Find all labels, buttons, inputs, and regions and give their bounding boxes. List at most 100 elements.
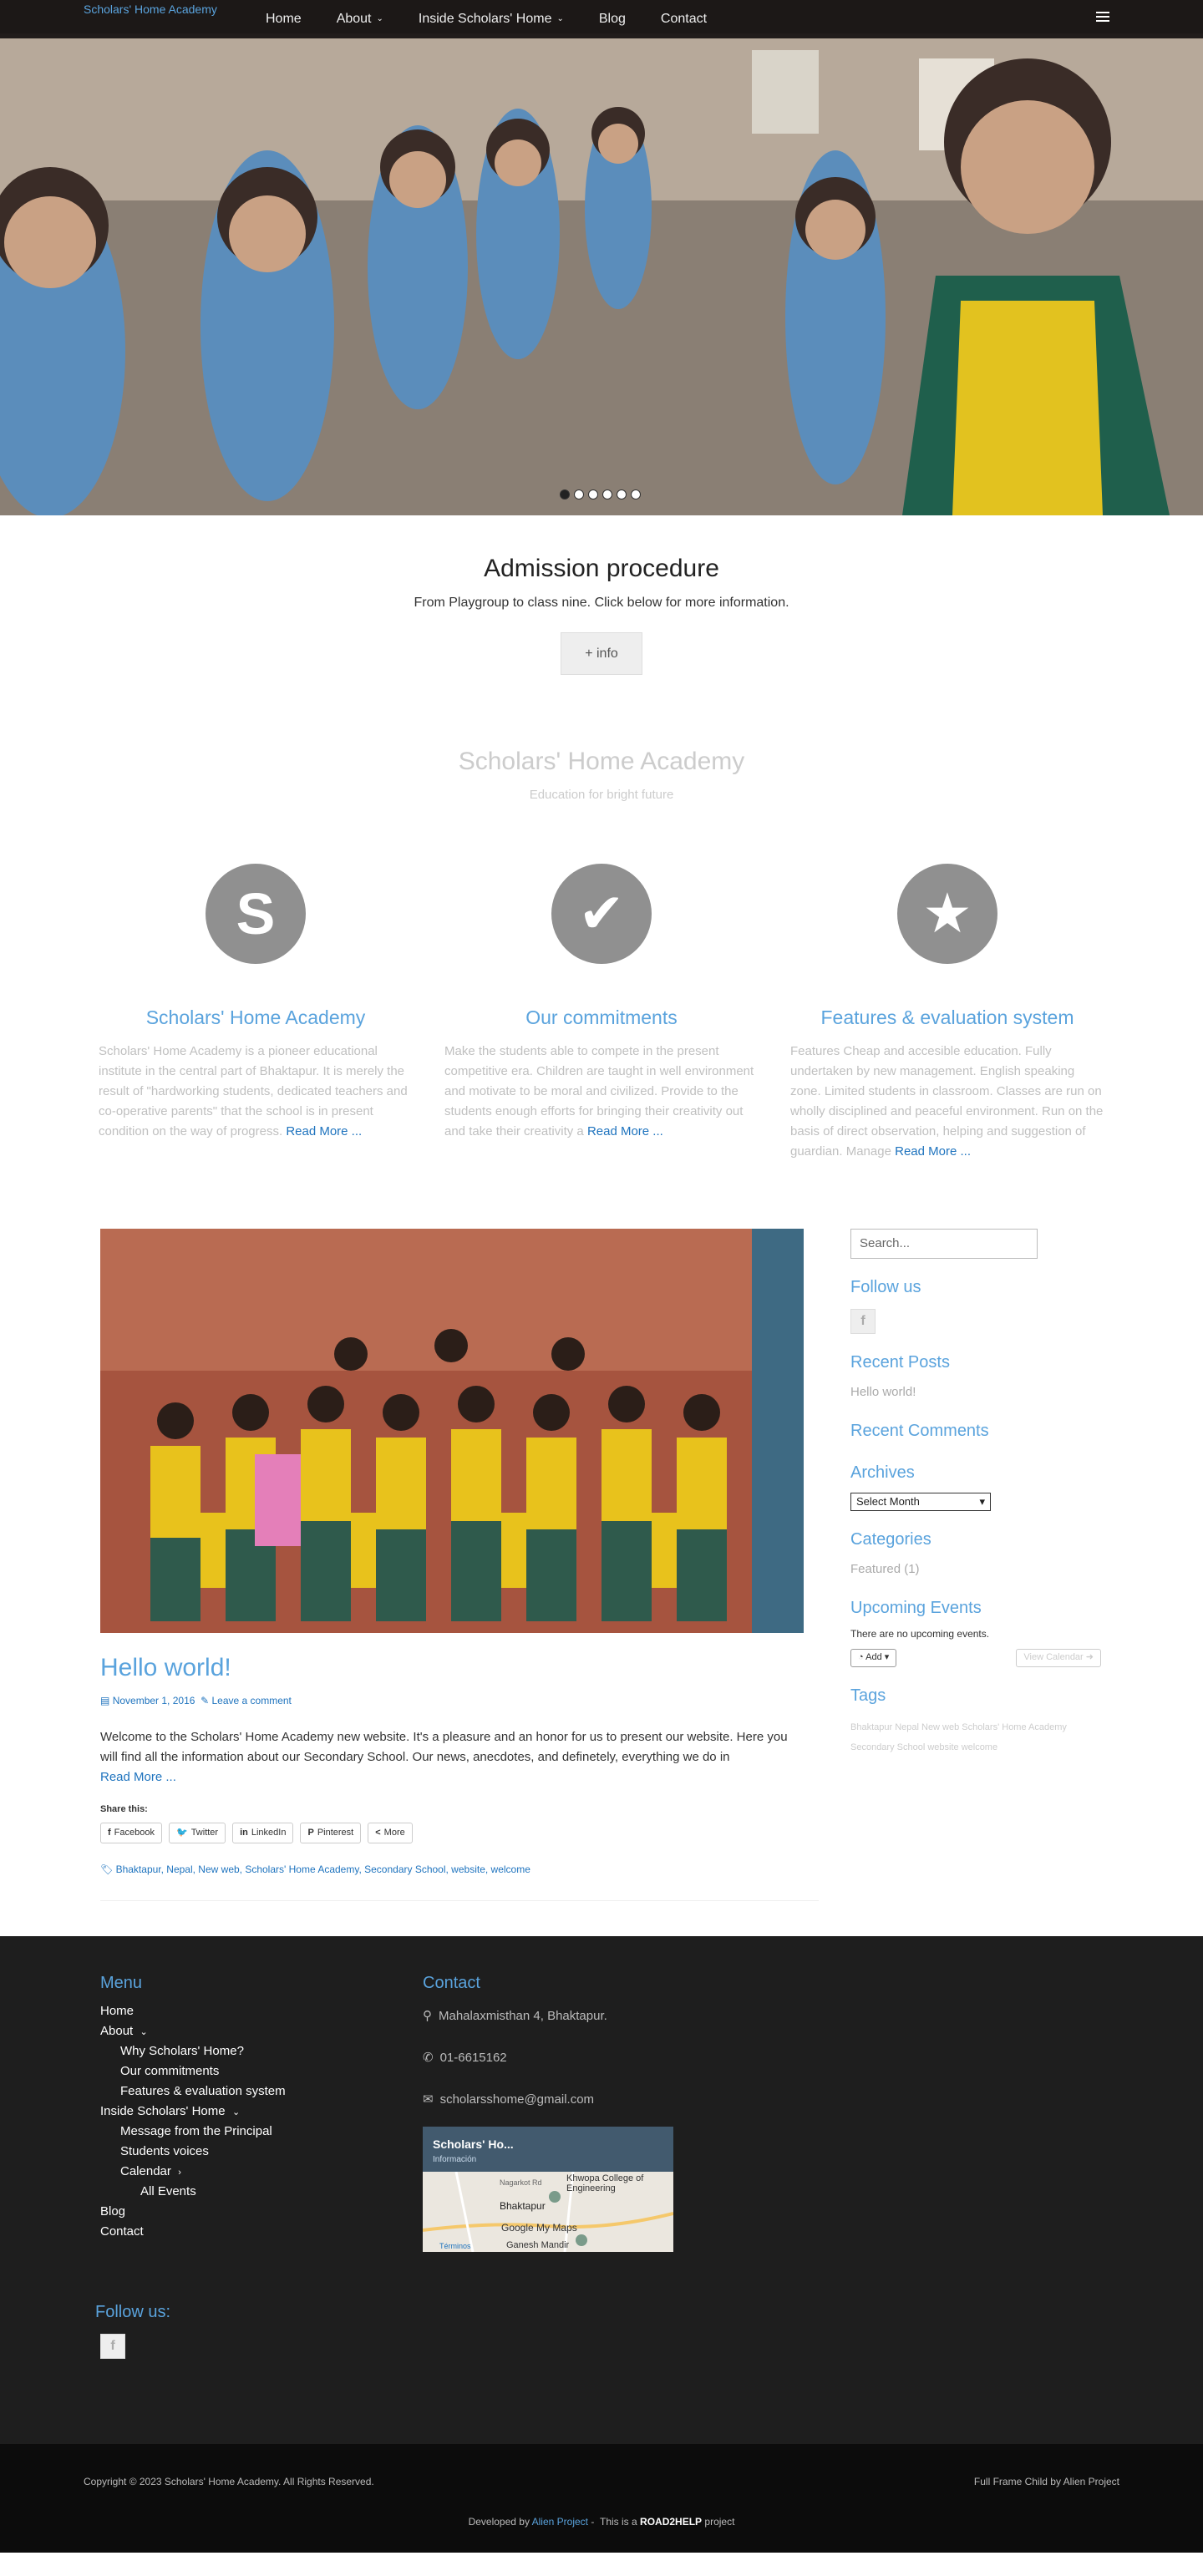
events-actions: ◔ Add ▾ View Calendar ➜ <box>850 1649 1101 1667</box>
developer-line: Developed by Alien Project - This is a R… <box>0 2514 1203 2530</box>
nav-item-about[interactable]: About ⌄ <box>337 8 383 30</box>
share-label: Facebook <box>114 1827 155 1838</box>
phone: 01-6615162 <box>439 2050 507 2065</box>
main-menu: Home About ⌄ Inside Scholars' Home ⌄ Blog Cont… <box>266 8 742 30</box>
share-pinterest-button[interactable]: P Pinterest <box>300 1822 362 1844</box>
feature-title[interactable]: Features & evaluation system <box>790 1002 1104 1033</box>
footer-menu-item[interactable]: All Events <box>100 2182 286 2202</box>
map-subtitle: Información <box>433 2154 477 2164</box>
developed-by-label: Developed by <box>468 2515 530 2528</box>
footer-menu-item[interactable]: Why Scholars' Home? <box>100 2041 286 2061</box>
nav-item-home[interactable]: Home <box>266 8 302 30</box>
slider-dot[interactable] <box>560 489 570 499</box>
post-title[interactable]: Hello world! <box>100 1648 804 1688</box>
footer-menu-item[interactable]: Features & evaluation system <box>100 2082 286 2102</box>
post-excerpt-text: Welcome to the Scholars' Home Academy ne… <box>100 1730 788 1765</box>
email[interactable]: scholarsshome@gmail.com <box>440 2090 594 2110</box>
slider-dot[interactable] <box>602 489 612 499</box>
map-label-temple: Ganesh Mandir <box>506 2239 570 2250</box>
footer-menu-item[interactable]: Message from the Principal <box>100 2122 286 2142</box>
footer-menu-item[interactable]: Inside Scholars' Home ⌄ <box>100 2102 286 2122</box>
post-excerpt: Welcome to the Scholars' Home Academy ne… <box>100 1727 804 1787</box>
star-icon[interactable]: ★ <box>897 864 997 965</box>
more-info-button[interactable]: + info <box>561 631 642 676</box>
footer-menu-item[interactable]: Calendar › <box>100 2162 286 2182</box>
map-label-city: Bhaktapur <box>500 2199 546 2212</box>
pinterest-icon: P <box>307 1827 314 1838</box>
admission-section: Admission procedure From Playgroup to cl… <box>0 515 1203 676</box>
feature-read-more-link[interactable]: Read More ... <box>286 1124 362 1138</box>
footer-menu-item[interactable]: Home <box>100 2001 286 2021</box>
tag-cloud[interactable]: Bhaktapur Nepal New web Scholars' Home A… <box>850 1717 1084 1757</box>
footer-menu-label: Inside Scholars' Home <box>100 2103 226 2118</box>
recent-post-item[interactable]: Hello world! <box>850 1382 1101 1402</box>
feature-title[interactable]: Scholars' Home Academy <box>99 1002 413 1033</box>
share-facebook-button[interactable]: f Facebook <box>100 1822 162 1844</box>
site-logo[interactable]: Scholars' Home Academy <box>84 0 217 18</box>
phone-icon: ✆ <box>423 2050 434 2065</box>
credit-separator: - <box>591 2515 595 2528</box>
post-date[interactable]: November 1, 2016 <box>113 1695 195 1706</box>
developer-link[interactable]: Alien Project <box>532 2516 588 2528</box>
post-featured-image[interactable] <box>100 1228 804 1633</box>
nav-item-label: About <box>336 12 372 26</box>
footer-facebook-icon[interactable]: f <box>100 2333 125 2359</box>
footer-menu-item[interactable]: Our commitments <box>100 2061 286 2082</box>
road2help-logo[interactable]: ROAD2HELP <box>640 2516 702 2528</box>
chevron-down-icon: ⌄ <box>556 13 564 23</box>
chevron-icon: › <box>178 2167 181 2178</box>
view-calendar-button[interactable]: View Calendar ➜ <box>1016 1649 1101 1667</box>
feature-text: Make the students able to compete in the… <box>444 1042 759 1142</box>
map-terms[interactable]: Términos <box>439 2240 471 2252</box>
search-input[interactable]: Search... <box>850 1228 1038 1259</box>
slider-dot[interactable] <box>617 489 627 499</box>
feature-read-more-link[interactable]: Read More ... <box>587 1124 663 1138</box>
s-letter-icon[interactable]: S <box>206 864 306 965</box>
project-label: project <box>704 2515 735 2528</box>
map-label-road: Nagarkot Rd <box>500 2178 542 2187</box>
post-comments-link[interactable]: Leave a comment <box>212 1695 292 1706</box>
chevron-icon: ⌄ <box>140 2026 148 2037</box>
academy-tagline: Education for bright future <box>529 788 674 803</box>
feature-title[interactable]: Our commitments <box>444 1002 759 1033</box>
footer-menu-item[interactable]: Students voices <box>100 2142 286 2162</box>
embedded-map[interactable]: Scholars' Ho... Información Khwopa Colle… <box>423 2126 673 2252</box>
admission-subtitle: From Playgroup to class nine. Click belo… <box>414 596 789 610</box>
share-linkedin-button[interactable]: in LinkedIn <box>232 1822 294 1844</box>
footer-menu-label: Message from the Principal <box>120 2123 272 2138</box>
share-label: More <box>383 1827 405 1838</box>
footer-menu-label: Contact <box>100 2224 144 2239</box>
category-item[interactable]: Featured (1) <box>850 1559 1101 1580</box>
footer-follow: Follow us: f <box>95 2299 170 2359</box>
slider-dot[interactable] <box>574 489 584 499</box>
footer-menu-item[interactable]: Contact <box>100 2222 286 2242</box>
theme-credit[interactable]: Full Frame Child by Alien Project <box>974 2474 1119 2490</box>
nav-item-blog[interactable]: Blog <box>599 8 626 30</box>
feature-read-more-link[interactable]: Read More ... <box>895 1144 971 1159</box>
check-icon[interactable]: ✔ <box>551 864 652 965</box>
slider-dot[interactable] <box>631 489 641 499</box>
nav-item-contact[interactable]: Contact <box>661 8 707 30</box>
twitter-icon: 🐦 <box>175 1827 188 1838</box>
facebook-icon[interactable]: f <box>850 1308 876 1334</box>
nav-item-inside-scholars-home[interactable]: Inside Scholars' Home ⌄ <box>419 8 564 30</box>
slider-dot[interactable] <box>588 489 598 499</box>
share-buttons: f Facebook 🐦 Twitter in LinkedIn P Pinterest < Mo… <box>100 1822 804 1844</box>
blog-post: Hello world! ▤ November 1, 2016 ✎ Leave … <box>100 1228 819 1901</box>
archives-select[interactable]: Select Month ▾ <box>850 1492 991 1511</box>
footer-menu-item[interactable]: About ⌄ <box>100 2021 286 2041</box>
chevron-icon: ⌄ <box>231 2107 241 2117</box>
add-calendar-button[interactable]: ◔ Add ▾ <box>850 1649 897 1667</box>
footer-menu-item[interactable]: Blog <box>100 2202 286 2222</box>
share-twitter-button[interactable]: 🐦 Twitter <box>168 1822 226 1844</box>
feature-text-body: Features Cheap and accesible education. … <box>790 1043 1104 1159</box>
share-more-button[interactable]: < More <box>368 1822 413 1844</box>
feature-card: ★ Features & evaluation system Features Ch… <box>790 864 1104 1162</box>
view-calendar-label: View Calendar <box>1023 1652 1084 1663</box>
menu-toggle-icon[interactable] <box>1096 12 1109 23</box>
footer-menu-label: Blog <box>100 2203 126 2219</box>
feature-card: ✔ Our commitments Make the students able t… <box>444 864 759 1162</box>
footer-widgets: Menu Home About ⌄ Why Scholars' Home? Our c… <box>0 1935 1203 2444</box>
read-more-link[interactable]: Read More ... <box>100 1770 176 1784</box>
post-tags-links[interactable]: Bhaktapur, Nepal, New web, Scholars' Hom… <box>116 1864 530 1875</box>
